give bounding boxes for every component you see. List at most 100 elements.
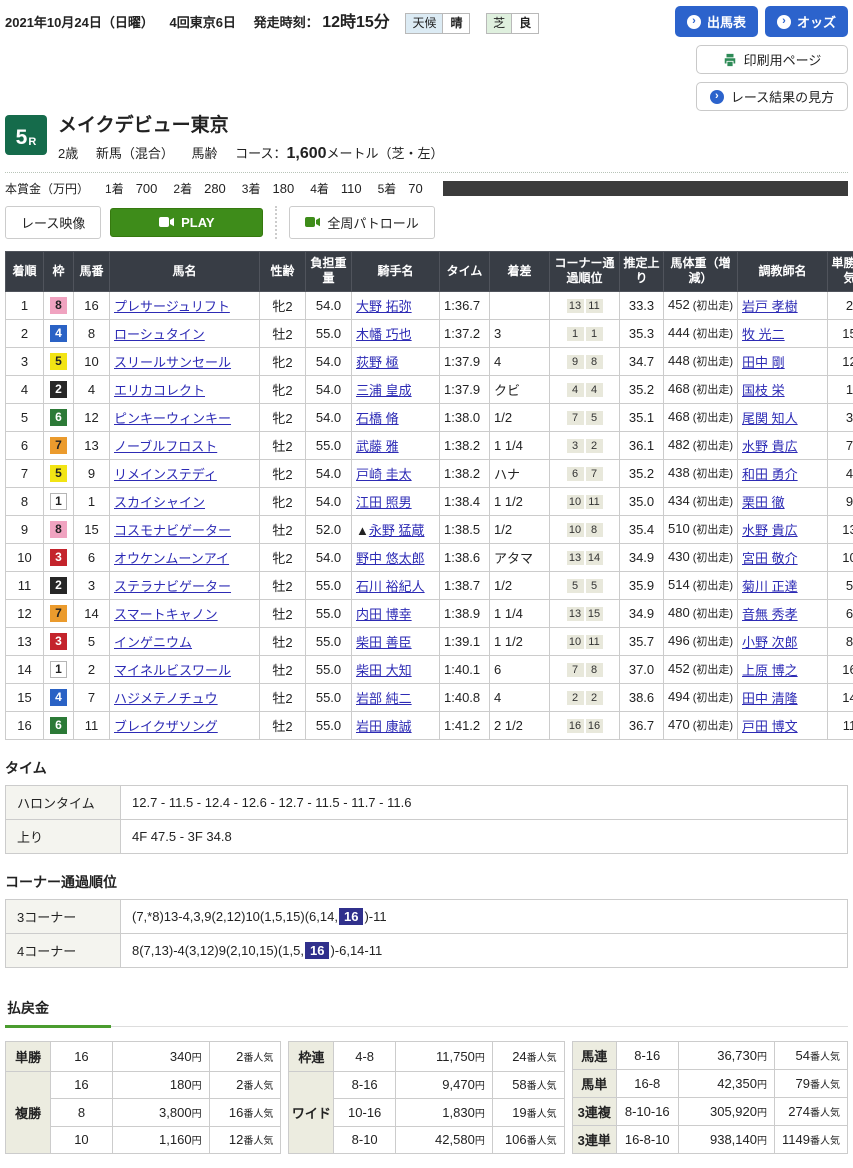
corner-position: 7 bbox=[567, 411, 584, 425]
prize-rank-label: 5着 bbox=[378, 182, 397, 196]
horse-weight-note: (初出走) bbox=[690, 356, 733, 368]
payout-row: 複勝16180円2番人気 bbox=[6, 1071, 281, 1098]
jockey-link[interactable]: 柴田 大知 bbox=[356, 663, 412, 678]
jockey-link[interactable]: 岩部 純二 bbox=[356, 691, 412, 706]
frame-badge: 7 bbox=[50, 605, 67, 622]
win-popularity: 6 bbox=[828, 599, 853, 627]
result-row: 9815コスモナビゲーター牡252.0▲永野 猛蔵1:38.51/210835.… bbox=[6, 515, 853, 543]
jockey-link[interactable]: 石橋 脩 bbox=[356, 411, 399, 426]
horse-name-link[interactable]: コスモナビゲーター bbox=[114, 523, 231, 538]
entry-table-button[interactable]: › 出馬表 bbox=[675, 6, 758, 37]
jockey-link[interactable]: 武藤 雅 bbox=[356, 439, 399, 454]
jockey-cell: 柴田 善臣 bbox=[352, 627, 440, 655]
carried-weight: 54.0 bbox=[306, 347, 352, 375]
patrol-video-button[interactable]: 全周パトロール bbox=[289, 206, 434, 239]
age-class: 2歳 bbox=[58, 146, 78, 161]
horse-name-link[interactable]: スマートキャノン bbox=[114, 607, 218, 622]
frame-cell: 5 bbox=[44, 347, 74, 375]
finish-time: 1:38.6 bbox=[440, 543, 490, 571]
horse-weight-note: (初出走) bbox=[690, 412, 733, 424]
horse-name-link[interactable]: ステラナビゲーター bbox=[114, 579, 231, 594]
trainer-link[interactable]: 田中 剛 bbox=[742, 355, 785, 370]
trainer-link[interactable]: 岩戸 孝樹 bbox=[742, 299, 798, 314]
jockey-link[interactable]: 柴田 善臣 bbox=[356, 635, 412, 650]
jockey-link[interactable]: 荻野 極 bbox=[356, 355, 399, 370]
horse-name-link[interactable]: ピンキーウィンキー bbox=[114, 411, 231, 426]
jockey-link[interactable]: 木幡 巧也 bbox=[356, 327, 412, 342]
finish-position: 10 bbox=[6, 543, 44, 571]
jockey-link[interactable]: 戸崎 圭太 bbox=[356, 467, 412, 482]
trainer-link[interactable]: 音無 秀孝 bbox=[742, 607, 798, 622]
column-header: 性齢 bbox=[260, 251, 306, 291]
frame-cell: 8 bbox=[44, 515, 74, 543]
win-popularity: 14 bbox=[828, 683, 853, 711]
trainer-link[interactable]: 尾関 知人 bbox=[742, 411, 798, 426]
trainer-link[interactable]: 水野 貴広 bbox=[742, 523, 798, 538]
jockey-link[interactable]: 石川 裕紀人 bbox=[356, 579, 425, 594]
trainer-link[interactable]: 栗田 徹 bbox=[742, 495, 785, 510]
prize-amount: 700 bbox=[136, 181, 158, 196]
corner-position: 2 bbox=[586, 439, 603, 453]
horse-number: 8 bbox=[74, 319, 110, 347]
trainer-link[interactable]: 水野 貴広 bbox=[742, 439, 798, 454]
horse-name-cell: エリカコレクト bbox=[110, 375, 260, 403]
payout-combination: 8 bbox=[51, 1099, 112, 1126]
jockey-link[interactable]: 岩田 康誠 bbox=[356, 719, 412, 734]
payout-combination: 8-16 bbox=[616, 1041, 678, 1069]
horse-weight: 510 bbox=[668, 521, 690, 536]
print-page-button[interactable]: 印刷用ページ bbox=[696, 45, 848, 74]
horse-weight-cell: 438 (初出走) bbox=[664, 459, 738, 487]
horse-name-link[interactable]: マイネルビスワール bbox=[114, 663, 231, 678]
horse-name-link[interactable]: オウケンムーンアイ bbox=[114, 551, 229, 566]
odds-button[interactable]: › オッズ bbox=[765, 6, 848, 37]
jockey-link[interactable]: 内田 博幸 bbox=[356, 607, 412, 622]
video-button-row: レース映像 PLAY 全周パトロール bbox=[5, 206, 848, 239]
play-button[interactable]: PLAY bbox=[110, 208, 263, 237]
trainer-link[interactable]: 和田 勇介 bbox=[742, 467, 798, 482]
trainer-link[interactable]: 宮田 敬介 bbox=[742, 551, 798, 566]
horse-name-cell: インゲニウム bbox=[110, 627, 260, 655]
horse-weight-cell: 496 (初出走) bbox=[664, 627, 738, 655]
horse-name-link[interactable]: インゲニウム bbox=[114, 635, 192, 650]
trainer-link[interactable]: 国枝 栄 bbox=[742, 383, 785, 398]
prize-amount: 180 bbox=[272, 181, 294, 196]
horse-name-link[interactable]: リメインステディ bbox=[114, 467, 217, 482]
race-video-label: レース映像 bbox=[21, 216, 85, 231]
frame-badge: 8 bbox=[50, 297, 67, 314]
trainer-link[interactable]: 菊川 正達 bbox=[742, 579, 798, 594]
finish-time: 1:38.0 bbox=[440, 403, 490, 431]
result-row: 12714スマートキャノン牡255.0内田 博幸1:38.91 1/413153… bbox=[6, 599, 853, 627]
horse-name-link[interactable]: エリカコレクト bbox=[114, 383, 205, 398]
jockey-link[interactable]: 江田 照男 bbox=[356, 495, 412, 510]
trainer-link[interactable]: 田中 清隆 bbox=[742, 691, 798, 706]
race-video-button[interactable]: レース映像 bbox=[5, 206, 101, 239]
trainer-link[interactable]: 上原 博之 bbox=[742, 663, 798, 678]
horse-name-link[interactable]: ブレイクザソング bbox=[114, 719, 218, 734]
column-header: 騎手名 bbox=[352, 251, 440, 291]
trainer-link[interactable]: 小野 次郎 bbox=[742, 635, 798, 650]
horse-name-link[interactable]: ハジメテノチュウ bbox=[114, 691, 218, 706]
win-popularity: 8 bbox=[828, 627, 853, 655]
margin: クビ bbox=[490, 375, 550, 403]
result-guide-button[interactable]: › レース結果の見方 bbox=[696, 82, 848, 111]
frame-badge: 2 bbox=[50, 577, 67, 594]
horse-name-link[interactable]: ノーブルフロスト bbox=[114, 439, 217, 454]
margin: 4 bbox=[490, 683, 550, 711]
trainer-link[interactable]: 牧 光二 bbox=[742, 327, 785, 342]
jockey-link[interactable]: 三浦 皇成 bbox=[356, 383, 412, 398]
jockey-link[interactable]: 野中 悠太郎 bbox=[356, 551, 425, 566]
jockey-link[interactable]: 大野 拓弥 bbox=[356, 299, 412, 314]
finish-position: 15 bbox=[6, 683, 44, 711]
corner-position: 9 bbox=[567, 355, 584, 369]
win-popularity: 1 bbox=[828, 375, 853, 403]
corner-positions-cell: 1314 bbox=[550, 543, 620, 571]
horse-name-link[interactable]: プレサージュリフト bbox=[114, 299, 230, 314]
weight-rule: 馬齢 bbox=[192, 146, 218, 161]
horse-name-cell: マイネルビスワール bbox=[110, 655, 260, 683]
trainer-link[interactable]: 戸田 博文 bbox=[742, 719, 798, 734]
horse-name-link[interactable]: スリールサンセール bbox=[114, 355, 231, 370]
horse-name-link[interactable]: スカイシャイン bbox=[114, 495, 205, 510]
jockey-link[interactable]: 永野 猛蔵 bbox=[369, 523, 425, 538]
margin bbox=[490, 291, 550, 319]
horse-name-link[interactable]: ローシュタイン bbox=[114, 327, 205, 342]
